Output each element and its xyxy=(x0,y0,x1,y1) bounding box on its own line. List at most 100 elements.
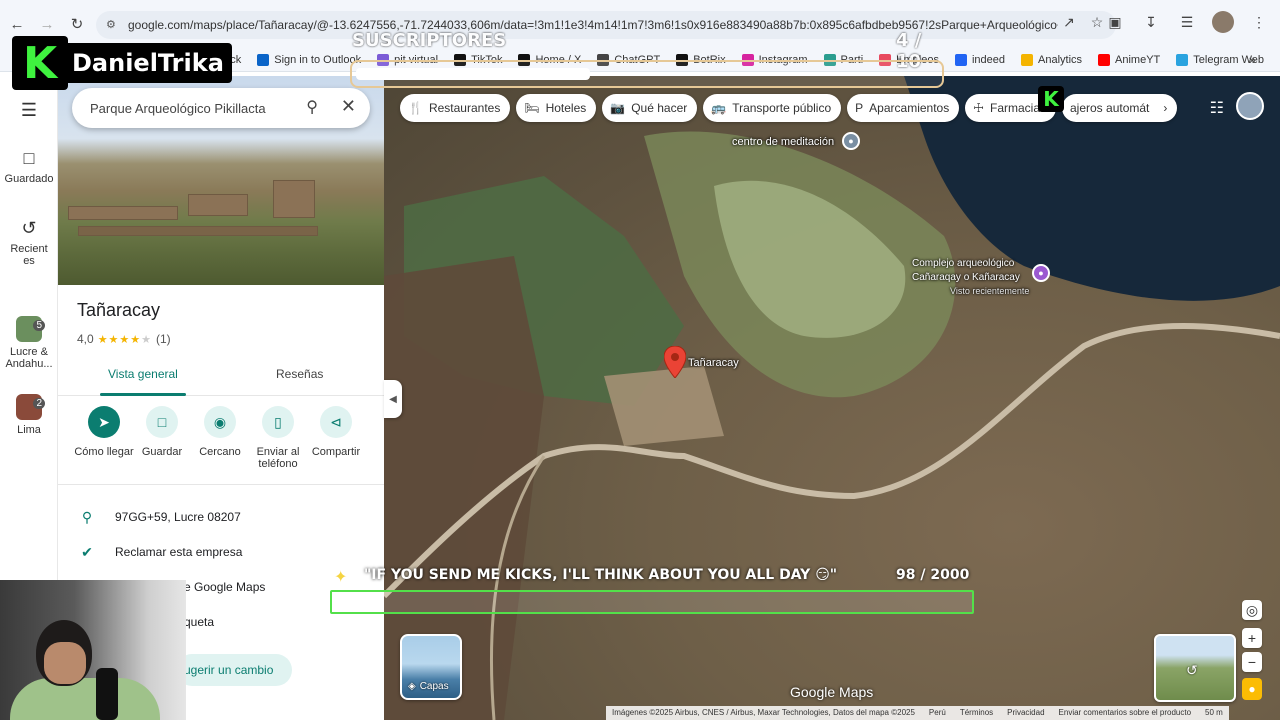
meditation-poi-icon[interactable]: ● xyxy=(842,132,860,150)
my-location-icon[interactable]: ◎ xyxy=(1242,600,1262,620)
menu-button[interactable]: ☰ xyxy=(0,100,58,125)
back-icon[interactable]: ← xyxy=(4,11,30,37)
claim-text: Reclamar esta empresa xyxy=(115,545,243,559)
reload-icon[interactable]: ↻ xyxy=(64,11,90,37)
chevron-left-icon: ◀ xyxy=(389,393,397,405)
bookmark-icon: □ xyxy=(23,148,35,168)
privacy-link[interactable]: Privacidad xyxy=(1007,708,1044,718)
bookmark-favicon-icon xyxy=(1021,53,1033,66)
rating-stars: ★★★★★ xyxy=(97,333,153,346)
save-button[interactable]: □ Guardar xyxy=(132,406,192,458)
address-text: 97GG+59, Lucre 08207 xyxy=(115,510,241,524)
chip-label: Transporte público xyxy=(732,101,832,115)
feedback-link[interactable]: Enviar comentarios sobre el producto xyxy=(1059,708,1192,718)
country-link[interactable]: Perú xyxy=(929,708,946,718)
sparkle-icon: ✦ xyxy=(334,569,348,586)
zoom-out-button[interactable]: − xyxy=(1242,652,1262,672)
profile-avatar[interactable] xyxy=(1212,11,1234,33)
apps-grid-icon[interactable]: ☷ xyxy=(1210,98,1224,118)
recent-item-label: Lucre & Andahu... xyxy=(5,346,53,370)
suggest-edit-button[interactable]: ugerir un cambio xyxy=(176,654,292,686)
install-icon[interactable]: ↗ xyxy=(1058,11,1080,33)
zoom-in-button[interactable]: + xyxy=(1242,628,1262,648)
recent-thumbnail: 5 xyxy=(16,316,45,342)
transit-icon: 🚌 xyxy=(711,101,727,115)
saved-button[interactable]: □ Guardado xyxy=(0,148,58,185)
send-to-phone-button[interactable]: ▯ Enviar al teléfono xyxy=(248,406,308,470)
things-to-do-icon: 📷 xyxy=(610,101,626,115)
bookmark-item[interactable]: Sign in to Outlook xyxy=(257,53,361,66)
collapse-panel-button[interactable]: ◀ xyxy=(384,380,402,418)
recent-button[interactable]: ↺ Recientes xyxy=(0,218,58,267)
search-input[interactable]: Parque Arqueológico Pikillacta xyxy=(90,101,266,116)
action-buttons: ➤ Cómo llegar □ Guardar ◉ Cercano ▯ Envi… xyxy=(72,406,372,476)
phone-icon: ▯ xyxy=(262,406,294,438)
subs-goal-label: SUSCRIPTORES xyxy=(352,30,507,51)
layers-button[interactable]: ◈ Capas xyxy=(400,634,462,700)
media-icon[interactable]: ☰ xyxy=(1176,11,1198,33)
subscriber-goal: SUSCRIPTORES 4 / 10 xyxy=(350,26,944,90)
webcam-overlay xyxy=(0,580,186,720)
location-pin-icon: ⚲ xyxy=(81,508,93,525)
downloads-icon[interactable]: ↧ xyxy=(1140,11,1162,33)
chip-1[interactable]: 🍴 Restaurantes xyxy=(400,94,511,122)
search-box[interactable]: Parque Arqueológico Pikillacta ⚲ ✕ xyxy=(72,88,370,128)
shield-check-icon: ✔ xyxy=(81,543,93,560)
chip-label: Hoteles xyxy=(545,101,587,115)
close-icon[interactable]: ✕ xyxy=(341,96,356,117)
kick-logo-icon: K xyxy=(12,36,68,90)
bookmark-label: indeed xyxy=(971,53,1005,66)
share-button[interactable]: ⊲ Compartir xyxy=(306,406,366,458)
chevron-right-icon[interactable]: › xyxy=(1163,101,1167,115)
rating-summary[interactable]: 4,0 ★★★★★ (1) xyxy=(77,332,171,346)
recent-item-lucre[interactable]: 5 Lucre & Andahu... xyxy=(0,316,58,370)
map-label-recently-viewed: Visto recientemente xyxy=(950,286,1030,296)
tab-overview[interactable]: Vista general xyxy=(108,367,178,381)
share-icon: ⊲ xyxy=(320,406,352,438)
address-row[interactable]: ⚲ 97GG+59, Lucre 08207 xyxy=(78,506,378,528)
directions-icon: ➤ xyxy=(88,406,120,438)
search-icon[interactable]: ⚲ xyxy=(306,97,318,117)
bookmark-item[interactable]: Analytics xyxy=(1021,53,1082,66)
hamburger-icon: ☰ xyxy=(20,100,38,120)
bookmark-item[interactable]: indeed xyxy=(954,53,1005,66)
imagery-credit: Imágenes ©2025 Airbus, CNES / Airbus, Ma… xyxy=(612,708,915,717)
map-label-meditation[interactable]: centro de meditación xyxy=(732,136,834,148)
map-label-pin[interactable]: Tañaracay xyxy=(688,357,739,369)
nearby-button[interactable]: ◉ Cercano xyxy=(190,406,250,458)
chip-5[interactable]: P Aparcamientos xyxy=(847,94,960,122)
subs-goal-fill xyxy=(356,68,591,80)
location-pin-icon[interactable] xyxy=(664,346,686,378)
bookmark-item[interactable]: AnimeYT xyxy=(1098,53,1160,66)
map-footer: Imágenes ©2025 Airbus, CNES / Airbus, Ma… xyxy=(606,706,1229,720)
chip-7[interactable]: ajeros automát › xyxy=(1062,94,1178,122)
pegman-icon[interactable]: ● xyxy=(1242,678,1262,700)
scale-bar[interactable]: 50 m xyxy=(1205,708,1223,718)
satellite-map[interactable]: 🍴 Restaurantes 🛏 Hoteles 📷 Qué hacer 🚌 Transpor… xyxy=(384,76,1280,720)
place-tabs: Vista general Reseñas xyxy=(58,360,384,396)
more-bookmarks-icon[interactable]: » xyxy=(1249,52,1256,67)
extensions-icon[interactable]: ▣ xyxy=(1104,11,1126,33)
subs-goal-bar xyxy=(350,60,944,88)
chip-3[interactable]: 📷 Qué hacer xyxy=(602,94,698,122)
archaeological-poi-icon[interactable]: ● xyxy=(1032,264,1050,282)
account-avatar[interactable] xyxy=(1236,92,1264,120)
site-info-icon[interactable]: ⚙ xyxy=(106,18,120,32)
nearby-icon: ◉ xyxy=(204,406,236,438)
street-view-thumbnail[interactable]: ↺ xyxy=(1154,634,1236,702)
recent-item-lima[interactable]: 2 Lima xyxy=(0,394,58,436)
bookmark-favicon-icon xyxy=(257,53,270,66)
menu-icon[interactable]: ⋮ xyxy=(1248,11,1270,33)
claim-business-row[interactable]: ✔ Reclamar esta empresa xyxy=(78,541,378,563)
directions-button[interactable]: ➤ Cómo llegar xyxy=(74,406,134,458)
rating-value: 4,0 xyxy=(77,332,94,346)
chip-label: Restaurantes xyxy=(428,101,501,115)
chip-4[interactable]: 🚌 Transporte público xyxy=(703,94,842,122)
map-label-complex-1[interactable]: Complejo arqueológico xyxy=(912,258,1014,269)
terms-link[interactable]: Términos xyxy=(960,708,993,718)
chip-2[interactable]: 🛏 Hoteles xyxy=(516,94,597,122)
tab-reviews[interactable]: Reseñas xyxy=(276,367,323,381)
map-label-complex-2[interactable]: Cañaraqay o Kañaracay xyxy=(912,272,1020,283)
forward-icon[interactable]: → xyxy=(34,11,60,37)
pharmacy-icon: ☩ xyxy=(973,101,984,115)
